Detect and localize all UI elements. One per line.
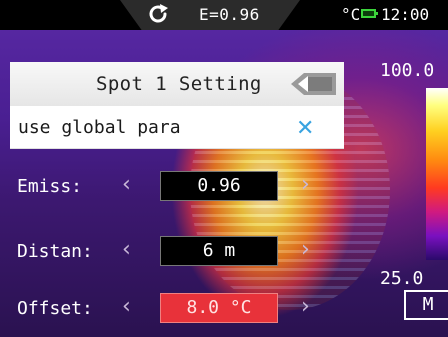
global-param-option[interactable]: use global para ✕ <box>10 106 344 148</box>
distance-increase-icon[interactable]: › <box>301 237 310 262</box>
distance-value-field[interactable]: 6 m <box>160 236 278 266</box>
temperature-unit: °C <box>341 5 361 24</box>
scale-max-label: 100.0 <box>380 60 435 81</box>
emiss-increase-icon[interactable]: › <box>301 172 310 197</box>
offset-decrease-icon[interactable]: ‹ <box>122 294 131 319</box>
global-param-label: use global para <box>18 117 181 138</box>
back-arrow-icon[interactable] <box>288 72 338 96</box>
divider <box>10 148 344 149</box>
dialog-title-bar: Spot 1 Setting <box>10 62 344 106</box>
offset-increase-icon[interactable]: › <box>301 294 310 319</box>
scale-min-label: 25.0 <box>380 268 424 289</box>
color-scale-bar <box>426 88 448 260</box>
dialog-title: Spot 1 Setting <box>96 73 262 95</box>
offset-label: Offset: <box>17 298 93 319</box>
refresh-icon[interactable] <box>146 2 170 26</box>
emiss-decrease-icon[interactable]: ‹ <box>122 172 131 197</box>
distance-decrease-icon[interactable]: ‹ <box>122 237 131 262</box>
range-mode-button[interactable]: M <box>404 290 448 320</box>
battery-icon <box>361 9 378 18</box>
emissivity-status: E=0.96 <box>199 5 260 24</box>
emiss-value-field[interactable]: 0.96 <box>160 171 278 201</box>
offset-value-field[interactable]: 8.0 °C <box>160 293 278 323</box>
clock: 12:00 <box>381 5 430 24</box>
thermal-camera-screen: E=0.96 °C 12:00 100.0 25.0 M Spot 1 Sett… <box>0 0 448 337</box>
close-icon[interactable]: ✕ <box>296 116 314 141</box>
distance-label: Distan: <box>17 241 93 262</box>
status-bar: E=0.96 °C 12:00 <box>0 0 448 30</box>
emiss-label: Emiss: <box>17 176 83 197</box>
